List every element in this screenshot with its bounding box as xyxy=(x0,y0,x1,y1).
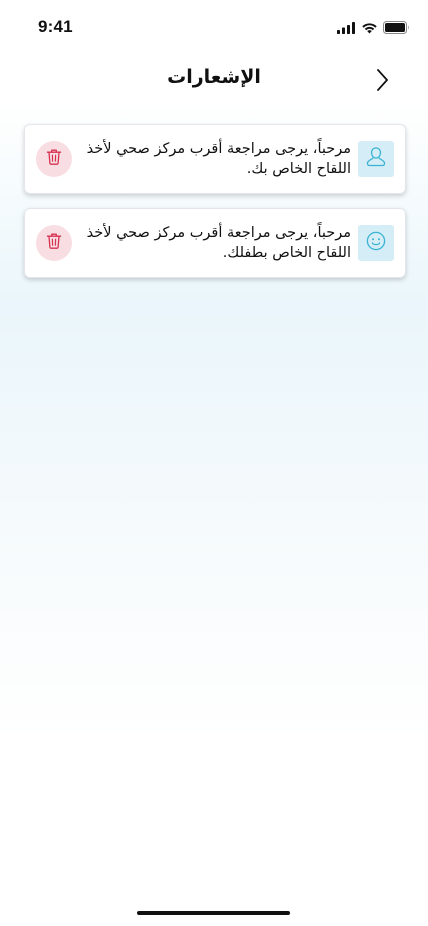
notification-card[interactable]: مرحباً، يرجى مراجعة أقرب مركز صحي لأخذ ا… xyxy=(24,124,406,194)
page-title: الإشعارات xyxy=(167,66,261,88)
notification-card[interactable]: مرحباً، يرجى مراجعة أقرب مركز صحي لأخذ ا… xyxy=(24,208,406,278)
home-indicator[interactable] xyxy=(137,911,290,915)
smiley-face-icon xyxy=(364,229,388,257)
delete-button[interactable] xyxy=(36,225,72,261)
notification-line-2: اللقاح الخاص بك. xyxy=(246,161,351,177)
notification-line-1: مرحباً، يرجى مراجعة أقرب مركز صحي لأخذ xyxy=(86,141,351,157)
status-time: 9:41 xyxy=(38,17,73,36)
status-bar: 9:41 xyxy=(0,0,428,54)
notification-line-1: مرحباً، يرجى مراجعة أقرب مركز صحي لأخذ xyxy=(86,225,351,241)
status-icons xyxy=(337,19,410,38)
trash-icon xyxy=(45,232,63,254)
notification-type-tile xyxy=(358,225,394,261)
wifi-icon xyxy=(361,19,378,38)
cellular-signal-icon xyxy=(337,19,356,38)
trash-icon xyxy=(45,148,63,170)
chevron-right-icon xyxy=(375,68,389,96)
header: الإشعارات xyxy=(0,58,428,102)
back-button[interactable] xyxy=(370,68,394,96)
user-icon xyxy=(364,145,388,173)
notification-message: مرحباً، يرجى مراجعة أقرب مركز صحي لأخذ ا… xyxy=(71,139,351,179)
notification-line-2: اللقاح الخاص بطفلك. xyxy=(222,245,351,261)
notification-message: مرحباً، يرجى مراجعة أقرب مركز صحي لأخذ ا… xyxy=(71,223,351,263)
notification-type-tile xyxy=(358,141,394,177)
delete-button[interactable] xyxy=(36,141,72,177)
battery-icon xyxy=(383,19,410,38)
